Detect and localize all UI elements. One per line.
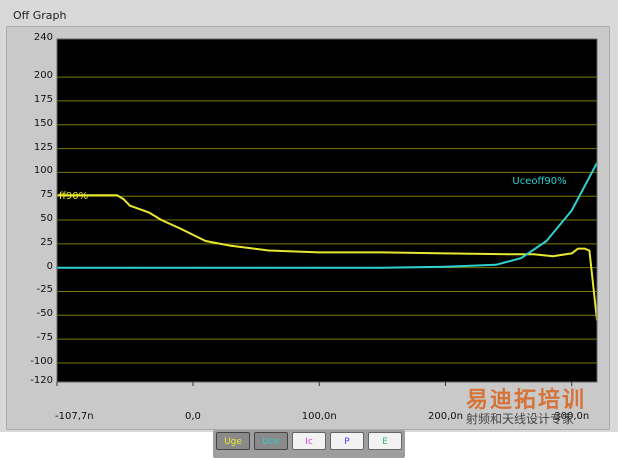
legend-button-uce[interactable]: Uce: [254, 432, 288, 450]
plot-background: [57, 39, 597, 382]
watermark: 易迪拓培训 射频和天线设计专家: [460, 380, 615, 430]
series-point-uce: [444, 265, 447, 268]
y-tick-label: -25: [36, 284, 53, 296]
annotation-uceoff90: Uceoff90%: [512, 176, 566, 187]
y-tick-label: -50: [36, 308, 53, 320]
series-point-uce: [570, 209, 573, 212]
series-point-uce: [192, 266, 194, 269]
series-point-uge: [122, 198, 125, 200]
y-tick-label: 75: [40, 189, 53, 201]
window-title: Off Graph: [13, 9, 67, 22]
series-point-uge: [551, 255, 554, 258]
series-point-uge: [267, 249, 270, 252]
series-point-uge: [577, 247, 579, 250]
x-tick-label: 0,0: [185, 411, 201, 422]
y-tick-label: 100: [33, 165, 53, 177]
series-point-uge: [444, 252, 447, 255]
y-tick-label: 200: [33, 70, 53, 82]
off-graph-plot[interactable]: Uceoff90% ff90%: [7, 27, 609, 429]
series-point-uge: [532, 253, 535, 256]
legend-button-ic[interactable]: Ic: [292, 432, 326, 450]
series-point-uge: [160, 219, 163, 221]
series-point-uge: [381, 251, 384, 254]
series-point-uge: [204, 240, 207, 242]
y-tick-label: 240: [33, 32, 53, 43]
series-point-uge: [318, 251, 321, 254]
series-point-uge: [570, 252, 573, 255]
y-tick-label: 0: [46, 260, 53, 272]
legend-button-e[interactable]: E: [368, 432, 402, 450]
y-tick-label: -100: [30, 355, 53, 367]
series-point-uge: [583, 247, 586, 250]
series-point-uce: [318, 266, 321, 269]
x-tick-label: 100,0n: [301, 411, 337, 422]
x-tick-label: -107,7n: [55, 411, 94, 422]
series-point-uce: [545, 240, 548, 242]
graph-window: Off Graph Uceoff90% ff90% Uge Uce Ic P E 240 2…: [0, 0, 618, 458]
series-point-uge: [179, 227, 182, 230]
y-tick-label: 175: [33, 93, 53, 105]
series-point-uge: [116, 194, 119, 197]
legend-button-uge[interactable]: Uge: [216, 432, 250, 450]
series-point-uce: [128, 266, 131, 269]
series-point-uce: [381, 266, 384, 269]
series-point-uce: [520, 257, 523, 260]
series-point-uge: [507, 253, 510, 256]
y-tick-label: 50: [40, 213, 53, 225]
series-point-uge: [229, 244, 232, 247]
y-tick-label: 150: [33, 117, 53, 129]
series-point-uce: [495, 263, 497, 266]
watermark-subtitle: 射频和天线设计专家: [466, 412, 575, 426]
series-point-uge: [588, 249, 591, 252]
y-tick-label: -75: [36, 332, 53, 344]
series-point-uge: [147, 211, 150, 214]
x-tick-label: 200,0n: [428, 411, 463, 422]
y-tick-label: -120: [30, 375, 53, 386]
series-point-uce: [255, 266, 258, 269]
y-tick-label: 125: [33, 141, 53, 153]
series-point-uge: [128, 204, 131, 207]
y-tick-label: 25: [40, 236, 53, 248]
legend-button-group: Uge Uce Ic P E: [213, 430, 405, 458]
legend-button-p[interactable]: P: [330, 432, 364, 450]
annotation-ff90: ff90%: [59, 191, 88, 202]
graph-panel: Uceoff90% ff90% Uge Uce Ic P E 240 200 175 150 12…: [6, 26, 610, 458]
